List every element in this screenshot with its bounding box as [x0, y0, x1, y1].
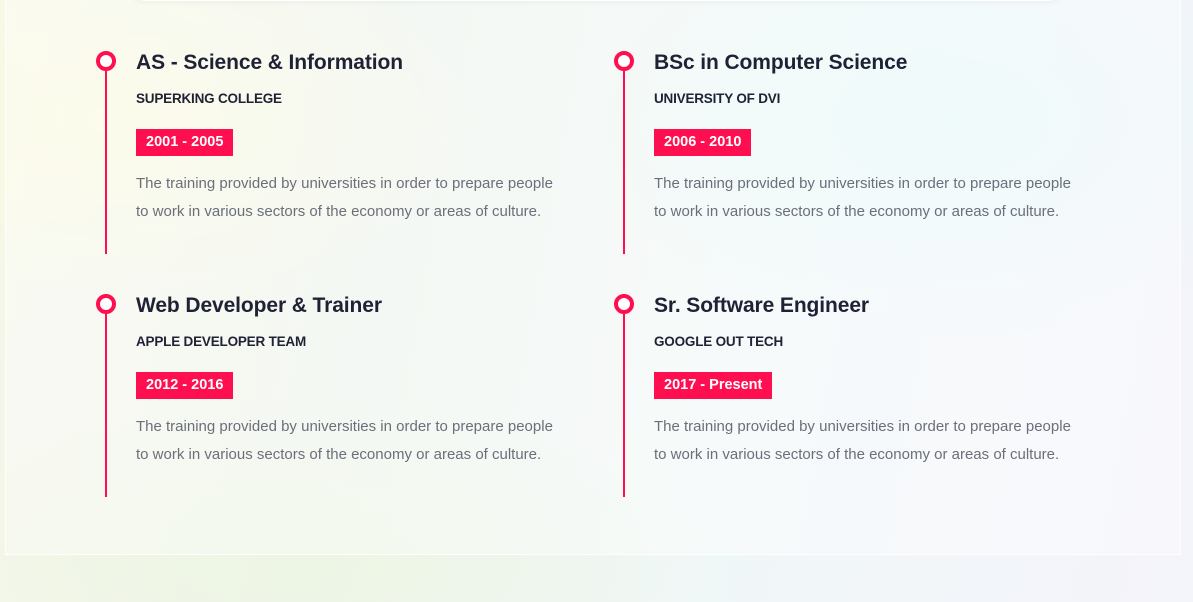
date-badge: 2001 - 2005: [136, 129, 234, 156]
education-description: The training provided by universities in…: [136, 175, 553, 220]
education-item: Web Developer & Trainer APPLE DEVELOPER …: [96, 294, 553, 504]
degree-title: Web Developer & Trainer: [136, 294, 382, 317]
timeline-dot-icon: [96, 51, 116, 71]
date-badge: 2006 - 2010: [654, 129, 752, 156]
degree-title: Sr. Software Engineer: [654, 294, 869, 317]
timeline-line: [105, 71, 107, 254]
institution-name: GOOGLE OUT TECH: [654, 334, 784, 349]
date-badge: 2012 - 2016: [136, 372, 234, 399]
timeline-dot-icon: [614, 51, 634, 71]
date-badge: 2017 - Present: [654, 372, 773, 399]
education-description: The training provided by universities in…: [654, 175, 1071, 220]
education-item: Sr. Software Engineer GOOGLE OUT TECH 20…: [614, 294, 1071, 504]
education-section: AS - Science & Information SUPERKING COL…: [5, 0, 1181, 555]
education-item: BSc in Computer Science UNIVERSITY OF DV…: [614, 51, 1071, 261]
timeline-dot-icon: [614, 294, 634, 314]
institution-name: UNIVERSITY OF DVI: [654, 91, 781, 106]
section-header-card: [128, 0, 1066, 1]
degree-title: AS - Science & Information: [136, 51, 403, 74]
timeline-dot-icon: [96, 294, 116, 314]
institution-name: SUPERKING COLLEGE: [136, 91, 282, 106]
institution-name: APPLE DEVELOPER TEAM: [136, 334, 307, 349]
timeline-line: [105, 314, 107, 497]
timeline-line: [623, 314, 625, 497]
timeline-line: [623, 71, 625, 254]
education-description: The training provided by universities in…: [136, 418, 553, 463]
education-description: The training provided by universities in…: [654, 418, 1071, 463]
education-item: AS - Science & Information SUPERKING COL…: [96, 51, 553, 261]
degree-title: BSc in Computer Science: [654, 51, 908, 74]
